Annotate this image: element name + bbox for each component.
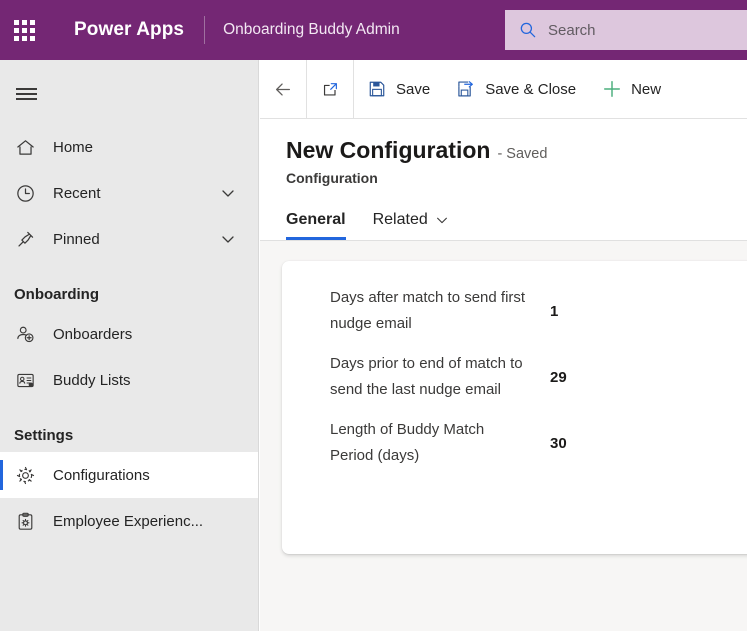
search-placeholder: Search bbox=[548, 21, 596, 39]
sidebar-item-configurations[interactable]: Configurations bbox=[0, 452, 258, 498]
person-add-icon bbox=[14, 323, 36, 345]
sidebar-item-recent[interactable]: Recent bbox=[0, 170, 258, 216]
sidebar: Home Recent Pinned Onboarding Onboarders… bbox=[0, 60, 259, 631]
main-content: Save Save & Close New New Configuration … bbox=[260, 60, 747, 631]
search-icon bbox=[519, 21, 537, 39]
new-button[interactable]: New bbox=[589, 60, 674, 119]
sidebar-item-label: Recent bbox=[53, 184, 101, 202]
clipboard-gear-icon bbox=[14, 510, 36, 532]
form-tab-list: General Related bbox=[260, 186, 747, 241]
sidebar-item-buddy-lists[interactable]: Buddy Lists bbox=[0, 357, 258, 403]
top-navigation-bar: Power Apps Onboarding Buddy Admin Search bbox=[0, 0, 747, 60]
new-label: New bbox=[631, 80, 662, 98]
sidebar-item-label: Buddy Lists bbox=[53, 371, 131, 389]
open-in-new-window-icon bbox=[320, 79, 340, 99]
plus-icon bbox=[602, 79, 622, 99]
form-body: Days after match to send first nudge ema… bbox=[260, 241, 747, 631]
app-name-label[interactable]: Onboarding Buddy Admin bbox=[223, 21, 400, 39]
sidebar-item-label: Onboarders bbox=[53, 325, 133, 343]
gear-icon bbox=[14, 464, 36, 486]
save-floppy-icon bbox=[367, 79, 387, 99]
chevron-down-icon[interactable] bbox=[220, 231, 236, 247]
form-section-card: Days after match to send first nudge ema… bbox=[282, 261, 747, 554]
record-header: New Configuration - Saved Configuration bbox=[260, 119, 747, 186]
app-launcher-waffle-icon[interactable] bbox=[0, 0, 48, 60]
form-field-row: Days prior to end of match to send the l… bbox=[282, 351, 747, 403]
form-field-row: Days after match to send first nudge ema… bbox=[282, 285, 747, 337]
back-arrow-icon bbox=[273, 79, 293, 99]
sidebar-item-label: Configurations bbox=[53, 466, 150, 484]
clock-icon bbox=[14, 182, 36, 204]
tab-general[interactable]: General bbox=[286, 211, 346, 240]
app-window: Power Apps Onboarding Buddy Admin Search bbox=[0, 0, 747, 631]
field-value[interactable]: 29 bbox=[550, 369, 567, 386]
pin-icon bbox=[14, 228, 36, 250]
field-label: Days prior to end of match to send the l… bbox=[330, 355, 523, 398]
search-input[interactable]: Search bbox=[505, 10, 747, 50]
sidebar-item-employee-experience[interactable]: Employee Experienc... bbox=[0, 498, 258, 544]
back-button[interactable] bbox=[260, 60, 306, 119]
open-in-new-window-button[interactable] bbox=[307, 60, 353, 119]
save-and-close-label: Save & Close bbox=[485, 80, 577, 98]
field-value[interactable]: 1 bbox=[550, 303, 558, 320]
brand-divider bbox=[204, 16, 206, 44]
tab-label: General bbox=[286, 211, 346, 228]
tab-related[interactable]: Related bbox=[373, 211, 449, 240]
page-title: New Configuration bbox=[286, 137, 491, 163]
tab-label: Related bbox=[372, 211, 428, 228]
brand-title[interactable]: Power Apps bbox=[74, 19, 184, 41]
sidebar-item-onboarders[interactable]: Onboarders bbox=[0, 311, 258, 357]
hamburger-menu-icon[interactable] bbox=[2, 70, 50, 118]
sidebar-item-pinned[interactable]: Pinned bbox=[0, 216, 258, 262]
home-icon bbox=[14, 136, 36, 158]
save-state-badge: - Saved bbox=[497, 146, 548, 162]
entity-name-label: Configuration bbox=[286, 170, 378, 186]
chevron-down-icon[interactable] bbox=[435, 213, 449, 227]
save-and-close-button[interactable]: Save & Close bbox=[443, 60, 589, 119]
save-button[interactable]: Save bbox=[354, 60, 443, 119]
sidebar-item-label: Pinned bbox=[53, 230, 100, 248]
save-label: Save bbox=[396, 80, 431, 98]
sidebar-group-onboarding-title: Onboarding bbox=[14, 286, 99, 303]
save-and-close-icon bbox=[456, 79, 476, 99]
command-bar: Save Save & Close New bbox=[260, 60, 747, 119]
chevron-down-icon[interactable] bbox=[220, 185, 236, 201]
field-label: Days after match to send first nudge ema… bbox=[330, 289, 526, 332]
sidebar-item-label: Employee Experienc... bbox=[53, 512, 204, 530]
sidebar-item-label: Home bbox=[53, 138, 94, 156]
field-label: Length of Buddy Match Period (days) bbox=[330, 421, 485, 464]
sidebar-group-settings-title: Settings bbox=[14, 427, 74, 444]
contact-list-icon bbox=[14, 369, 36, 391]
form-field-row: Length of Buddy Match Period (days) 30 bbox=[282, 417, 747, 469]
field-value[interactable]: 30 bbox=[550, 435, 567, 452]
sidebar-item-home[interactable]: Home bbox=[0, 124, 258, 170]
